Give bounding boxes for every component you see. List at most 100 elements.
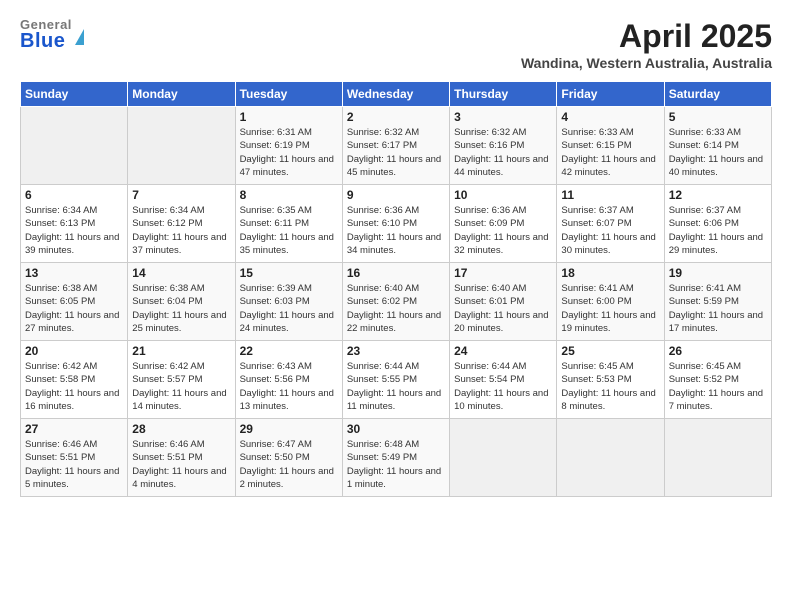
day-cell: 26 Sunrise: 6:45 AMSunset: 5:52 PMDayligh… <box>664 341 771 419</box>
day-cell: 30 Sunrise: 6:48 AMSunset: 5:49 PMDayligh… <box>342 419 449 497</box>
day-number: 19 <box>669 266 767 280</box>
day-number: 27 <box>25 422 123 436</box>
day-info: Sunrise: 6:41 AMSunset: 5:59 PMDaylight:… <box>669 282 767 335</box>
day-number: 23 <box>347 344 445 358</box>
calendar-page: General Blue April 2025 Wandina, Western… <box>0 0 792 612</box>
week-row-5: 27 Sunrise: 6:46 AMSunset: 5:51 PMDayligh… <box>21 419 772 497</box>
day-info: Sunrise: 6:31 AMSunset: 6:19 PMDaylight:… <box>240 126 338 179</box>
day-number: 26 <box>669 344 767 358</box>
day-cell: 25 Sunrise: 6:45 AMSunset: 5:53 PMDayligh… <box>557 341 664 419</box>
day-info: Sunrise: 6:40 AMSunset: 6:02 PMDaylight:… <box>347 282 445 335</box>
day-info: Sunrise: 6:44 AMSunset: 5:54 PMDaylight:… <box>454 360 552 413</box>
day-cell: 20 Sunrise: 6:42 AMSunset: 5:58 PMDayligh… <box>21 341 128 419</box>
day-cell <box>557 419 664 497</box>
day-info: Sunrise: 6:39 AMSunset: 6:03 PMDaylight:… <box>240 282 338 335</box>
day-cell: 12 Sunrise: 6:37 AMSunset: 6:06 PMDayligh… <box>664 185 771 263</box>
day-number: 16 <box>347 266 445 280</box>
day-header-friday: Friday <box>557 82 664 107</box>
day-cell: 13Sunrise: 6:38 AMSunset: 6:05 PMDayligh… <box>21 263 128 341</box>
day-number: 22 <box>240 344 338 358</box>
calendar-table: SundayMondayTuesdayWednesdayThursdayFrid… <box>20 81 772 497</box>
day-number: 12 <box>669 188 767 202</box>
day-info: Sunrise: 6:43 AMSunset: 5:56 PMDaylight:… <box>240 360 338 413</box>
day-info: Sunrise: 6:46 AMSunset: 5:51 PMDaylight:… <box>25 438 123 491</box>
day-info: Sunrise: 6:37 AMSunset: 6:07 PMDaylight:… <box>561 204 659 257</box>
day-info: Sunrise: 6:47 AMSunset: 5:50 PMDaylight:… <box>240 438 338 491</box>
day-number: 5 <box>669 110 767 124</box>
day-info: Sunrise: 6:40 AMSunset: 6:01 PMDaylight:… <box>454 282 552 335</box>
week-row-4: 20 Sunrise: 6:42 AMSunset: 5:58 PMDayligh… <box>21 341 772 419</box>
day-info: Sunrise: 6:45 AMSunset: 5:52 PMDaylight:… <box>669 360 767 413</box>
day-info: Sunrise: 6:46 AMSunset: 5:51 PMDaylight:… <box>132 438 230 491</box>
day-info: Sunrise: 6:45 AMSunset: 5:53 PMDaylight:… <box>561 360 659 413</box>
day-cell: 28 Sunrise: 6:46 AMSunset: 5:51 PMDayligh… <box>128 419 235 497</box>
day-info: Sunrise: 6:34 AMSunset: 6:13 PMDaylight:… <box>25 204 123 257</box>
day-info: Sunrise: 6:44 AMSunset: 5:55 PMDaylight:… <box>347 360 445 413</box>
day-cell: 8 Sunrise: 6:35 AMSunset: 6:11 PMDaylight… <box>235 185 342 263</box>
day-header-wednesday: Wednesday <box>342 82 449 107</box>
day-cell: 3Sunrise: 6:32 AMSunset: 6:16 PMDaylight… <box>450 107 557 185</box>
day-number: 11 <box>561 188 659 202</box>
day-number: 18 <box>561 266 659 280</box>
day-cell <box>128 107 235 185</box>
day-info: Sunrise: 6:35 AMSunset: 6:11 PMDaylight:… <box>240 204 338 257</box>
day-header-sunday: Sunday <box>21 82 128 107</box>
day-cell: 14Sunrise: 6:38 AMSunset: 6:04 PMDayligh… <box>128 263 235 341</box>
day-info: Sunrise: 6:36 AMSunset: 6:09 PMDaylight:… <box>454 204 552 257</box>
week-row-3: 13Sunrise: 6:38 AMSunset: 6:05 PMDayligh… <box>21 263 772 341</box>
day-header-thursday: Thursday <box>450 82 557 107</box>
day-cell: 27 Sunrise: 6:46 AMSunset: 5:51 PMDayligh… <box>21 419 128 497</box>
logo-triangle-icon <box>75 29 84 45</box>
logo: General Blue <box>20 18 84 51</box>
day-cell: 4 Sunrise: 6:33 AMSunset: 6:15 PMDaylight… <box>557 107 664 185</box>
day-cell <box>450 419 557 497</box>
logo-text: General Blue <box>20 18 72 51</box>
day-number: 8 <box>240 188 338 202</box>
day-cell: 9Sunrise: 6:36 AMSunset: 6:10 PMDaylight… <box>342 185 449 263</box>
day-info: Sunrise: 6:48 AMSunset: 5:49 PMDaylight:… <box>347 438 445 491</box>
day-cell: 17 Sunrise: 6:40 AMSunset: 6:01 PMDayligh… <box>450 263 557 341</box>
title-block: April 2025 Wandina, Western Australia, A… <box>521 18 772 71</box>
day-number: 28 <box>132 422 230 436</box>
day-info: Sunrise: 6:33 AMSunset: 6:14 PMDaylight:… <box>669 126 767 179</box>
day-info: Sunrise: 6:32 AMSunset: 6:17 PMDaylight:… <box>347 126 445 179</box>
day-cell: 16 Sunrise: 6:40 AMSunset: 6:02 PMDayligh… <box>342 263 449 341</box>
day-cell: 1 Sunrise: 6:31 AMSunset: 6:19 PMDaylight… <box>235 107 342 185</box>
day-cell: 18 Sunrise: 6:41 AMSunset: 6:00 PMDayligh… <box>557 263 664 341</box>
day-number: 25 <box>561 344 659 358</box>
day-number: 1 <box>240 110 338 124</box>
day-number: 21 <box>132 344 230 358</box>
day-number: 30 <box>347 422 445 436</box>
day-cell: 19 Sunrise: 6:41 AMSunset: 5:59 PMDayligh… <box>664 263 771 341</box>
day-number: 20 <box>25 344 123 358</box>
day-info: Sunrise: 6:42 AMSunset: 5:58 PMDaylight:… <box>25 360 123 413</box>
day-cell: 11 Sunrise: 6:37 AMSunset: 6:07 PMDayligh… <box>557 185 664 263</box>
day-number: 4 <box>561 110 659 124</box>
day-number: 13 <box>25 266 123 280</box>
day-info: Sunrise: 6:33 AMSunset: 6:15 PMDaylight:… <box>561 126 659 179</box>
day-header-tuesday: Tuesday <box>235 82 342 107</box>
day-cell: 29 Sunrise: 6:47 AMSunset: 5:50 PMDayligh… <box>235 419 342 497</box>
day-cell: 22 Sunrise: 6:43 AMSunset: 5:56 PMDayligh… <box>235 341 342 419</box>
day-number: 17 <box>454 266 552 280</box>
day-cell: 15 Sunrise: 6:39 AMSunset: 6:03 PMDayligh… <box>235 263 342 341</box>
day-header-row: SundayMondayTuesdayWednesdayThursdayFrid… <box>21 82 772 107</box>
day-number: 15 <box>240 266 338 280</box>
day-cell: 24Sunrise: 6:44 AMSunset: 5:54 PMDayligh… <box>450 341 557 419</box>
day-cell: 10Sunrise: 6:36 AMSunset: 6:09 PMDayligh… <box>450 185 557 263</box>
day-cell: 2 Sunrise: 6:32 AMSunset: 6:17 PMDaylight… <box>342 107 449 185</box>
week-row-2: 6Sunrise: 6:34 AMSunset: 6:13 PMDaylight… <box>21 185 772 263</box>
logo-bottom: Blue <box>20 31 72 51</box>
day-info: Sunrise: 6:42 AMSunset: 5:57 PMDaylight:… <box>132 360 230 413</box>
day-info: Sunrise: 6:34 AMSunset: 6:12 PMDaylight:… <box>132 204 230 257</box>
day-number: 7 <box>132 188 230 202</box>
day-info: Sunrise: 6:36 AMSunset: 6:10 PMDaylight:… <box>347 204 445 257</box>
day-cell <box>664 419 771 497</box>
day-info: Sunrise: 6:37 AMSunset: 6:06 PMDaylight:… <box>669 204 767 257</box>
week-row-1: 1 Sunrise: 6:31 AMSunset: 6:19 PMDaylight… <box>21 107 772 185</box>
day-info: Sunrise: 6:41 AMSunset: 6:00 PMDaylight:… <box>561 282 659 335</box>
day-number: 29 <box>240 422 338 436</box>
day-number: 2 <box>347 110 445 124</box>
day-header-saturday: Saturday <box>664 82 771 107</box>
month-year: April 2025 <box>521 18 772 55</box>
